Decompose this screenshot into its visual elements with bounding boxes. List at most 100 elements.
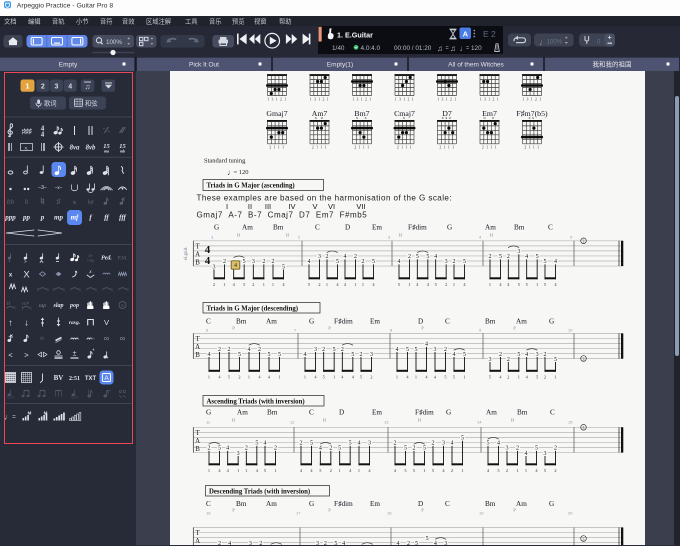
svg-text:2: 2 <box>228 347 231 353</box>
svg-text:2: 2 <box>489 254 492 260</box>
svg-text:1 3 1 2 1: 1 3 1 2 1 <box>310 97 330 101</box>
svg-text:Standard tuning: Standard tuning <box>204 158 246 165</box>
svg-text:4: 4 <box>535 468 538 473</box>
svg-text:G: G <box>309 318 314 326</box>
svg-text:H: H <box>511 418 514 423</box>
svg-text:1: 1 <box>248 374 250 379</box>
svg-text:G: G <box>206 409 211 417</box>
svg-text:2: 2 <box>259 541 262 545</box>
svg-text:4: 4 <box>425 342 428 348</box>
svg-text:Triads in G Major (descending): Triads in G Major (descending) <box>207 305 299 312</box>
svg-text:2: 2 <box>506 468 508 473</box>
svg-text:5: 5 <box>360 374 362 379</box>
svg-text:1: 1 <box>339 468 341 473</box>
svg-text:5: 5 <box>535 446 538 452</box>
svg-text:4: 4 <box>314 374 317 379</box>
svg-text:5: 5 <box>351 352 354 358</box>
svg-text:4: 4 <box>554 259 557 265</box>
svg-text:2: 2 <box>258 347 261 353</box>
svg-text:4: 4 <box>319 446 322 452</box>
svg-text:2: 2 <box>223 259 226 265</box>
svg-text:G: G <box>447 224 452 232</box>
svg-text:4: 4 <box>233 282 236 287</box>
svg-text:1: 1 <box>415 374 417 379</box>
svg-text:3: 3 <box>316 541 319 545</box>
svg-text:o o: o o <box>483 115 495 120</box>
svg-text:1 3 1 2 1: 1 3 1 2 1 <box>352 97 372 101</box>
svg-text:5: 5 <box>432 468 434 473</box>
svg-text:5: 5 <box>423 446 426 452</box>
svg-text:G: G <box>214 224 219 232</box>
svg-text:5: 5 <box>517 352 520 358</box>
svg-text:xx: xx <box>528 115 535 120</box>
svg-text:2: 2 <box>445 282 447 287</box>
svg-text:5: 5 <box>282 264 285 270</box>
svg-text:Am: Am <box>516 318 527 326</box>
svg-text:9: 9 <box>479 328 482 333</box>
svg-text:1: 1 <box>237 468 239 473</box>
svg-text:5: 5 <box>518 282 520 287</box>
svg-text:4: 4 <box>308 259 311 265</box>
svg-text:5: 5 <box>536 374 538 379</box>
svg-text:3: 3 <box>388 235 391 240</box>
svg-text:6: 6 <box>206 328 209 333</box>
svg-text:Em: Em <box>370 500 380 508</box>
svg-text:4: 4 <box>487 468 490 473</box>
svg-text:4: 4 <box>264 441 267 447</box>
svg-text:2: 2 <box>544 352 547 358</box>
svg-text:Em: Em <box>370 318 380 326</box>
svg-text:5: 5 <box>554 357 557 363</box>
svg-text:C: C <box>445 500 450 508</box>
svg-text:4: 4 <box>208 352 211 358</box>
svg-text:4: 4 <box>398 259 401 265</box>
svg-text:5: 5 <box>398 282 400 287</box>
svg-text:3: 3 <box>368 441 371 447</box>
svg-text:4: 4 <box>554 282 557 287</box>
svg-text:4: 4 <box>218 374 221 379</box>
svg-text:A: A <box>195 252 200 259</box>
svg-text:G: G <box>309 500 314 508</box>
svg-text:2: 2 <box>516 446 519 452</box>
svg-text:1: 1 <box>358 468 360 473</box>
svg-text:4: 4 <box>341 374 344 379</box>
svg-text:5: 5 <box>308 282 310 287</box>
svg-text:Gmaj7 A-7 B-7 Cmaj7 D7 Em: Gmaj7 A-7 B-7 Cmaj7 D7 Em7 F#mb5 <box>197 211 368 220</box>
svg-text:2: 2 <box>554 468 556 473</box>
svg-text:3: 3 <box>506 446 509 452</box>
svg-text:5: 5 <box>338 446 341 452</box>
svg-text:4: 4 <box>427 282 430 287</box>
svg-text:2: 2 <box>274 446 277 452</box>
svg-text:Am: Am <box>266 500 277 508</box>
svg-text:4: 4 <box>256 468 259 473</box>
svg-text:5: 5 <box>435 282 437 287</box>
svg-text:5: 5 <box>404 446 407 452</box>
svg-text:4: 4 <box>368 468 371 473</box>
svg-text:5: 5 <box>404 468 406 473</box>
svg-text:A: A <box>195 438 200 445</box>
svg-text:5: 5 <box>323 374 325 379</box>
svg-text:el.guit.: el.guit. <box>184 246 189 260</box>
svg-text:Gmaj7: Gmaj7 <box>266 109 287 118</box>
svg-text:16: 16 <box>206 511 211 516</box>
svg-text:4: 4 <box>453 352 456 358</box>
svg-text:1: 1 <box>263 282 265 287</box>
svg-text:3: 3 <box>517 249 520 255</box>
svg-text:P: P <box>232 508 235 513</box>
svg-text:4: 4 <box>205 255 211 267</box>
svg-text:13: 13 <box>384 420 389 425</box>
svg-text:Bm: Bm <box>514 224 525 232</box>
svg-text:5: 5 <box>218 446 221 452</box>
svg-text:1: 1 <box>518 374 520 379</box>
svg-text:2: 2 <box>341 347 344 353</box>
svg-text:2: 2 <box>408 254 411 260</box>
svg-text:A: A <box>195 344 200 351</box>
svg-text:1: 1 <box>272 282 274 287</box>
svg-text:F♯dim: F♯dim <box>415 409 434 417</box>
svg-text:1: 1 <box>362 282 364 287</box>
svg-text:3: 3 <box>213 264 216 270</box>
svg-text:G: G <box>549 318 554 326</box>
svg-text:2 1 1 1: 2 1 1 1 <box>354 146 369 150</box>
svg-text:2: 2 <box>453 259 456 265</box>
svg-text:x: x <box>403 115 407 120</box>
svg-text:C: C <box>206 318 211 326</box>
